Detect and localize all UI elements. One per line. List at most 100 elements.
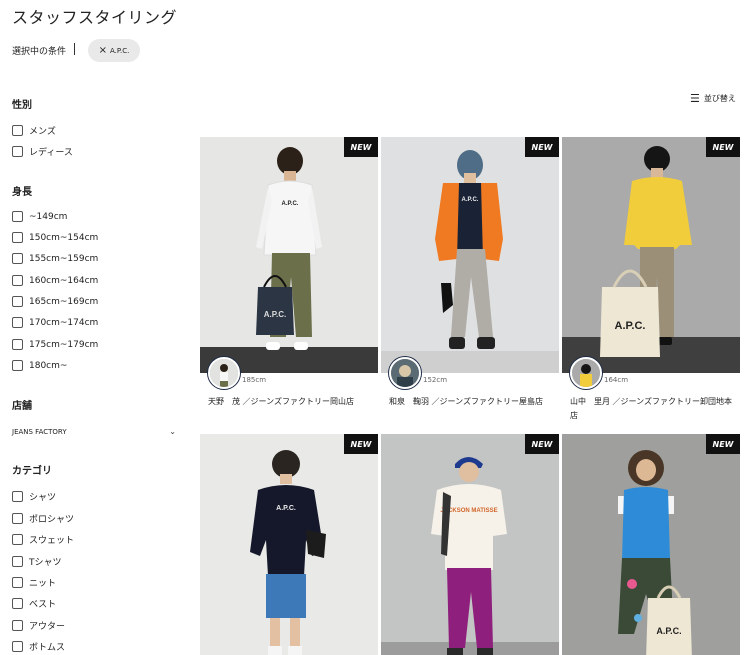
checkbox[interactable] bbox=[12, 253, 23, 264]
styling-photo[interactable]: A.P.C. A.P.C. NEW bbox=[200, 137, 378, 373]
bag-logo: A.P.C. bbox=[656, 626, 681, 636]
checkbox[interactable] bbox=[12, 513, 23, 524]
print-logo: A.P.C. bbox=[462, 197, 479, 203]
chevron-down-icon: ⌄ bbox=[169, 427, 176, 436]
filter-category-option[interactable]: ニット bbox=[12, 576, 56, 589]
staff-avatar bbox=[570, 357, 602, 389]
bag-logo: A.P.C. bbox=[264, 310, 287, 319]
condition-chip-apc[interactable]: × A.P.C. bbox=[88, 39, 140, 62]
checkbox[interactable] bbox=[12, 641, 23, 652]
close-icon[interactable]: × bbox=[99, 45, 107, 56]
staff-avatar bbox=[389, 357, 421, 389]
checkbox-label: 180cm~ bbox=[29, 360, 68, 371]
styling-card[interactable]: A.P.C. A.P.C. NEW 185cm 天野 茂 ／ジーンズファクトリー… bbox=[200, 137, 378, 433]
checkbox[interactable] bbox=[12, 491, 23, 502]
styling-photo[interactable]: A.P.C. NEW bbox=[381, 137, 559, 373]
checkbox-label: ボトムス bbox=[29, 643, 66, 653]
filter-category-option[interactable]: ボトムス bbox=[12, 640, 65, 653]
new-badge: NEW bbox=[525, 137, 559, 157]
filter-category-option[interactable]: ベスト bbox=[12, 597, 56, 610]
filter-category-option[interactable]: Tシャツ bbox=[12, 555, 62, 568]
checkbox[interactable] bbox=[12, 232, 23, 243]
new-badge: NEW bbox=[525, 434, 559, 454]
filter-category-option[interactable]: スウェット bbox=[12, 533, 74, 546]
checkbox-label: ニット bbox=[29, 579, 57, 589]
checkbox-label: 175cm~179cm bbox=[29, 339, 99, 350]
filter-height-option[interactable]: ~149cm bbox=[12, 211, 67, 222]
filter-gender-title: 性別 bbox=[12, 100, 32, 111]
checkbox[interactable] bbox=[12, 360, 23, 371]
filter-height-option[interactable]: 175cm~179cm bbox=[12, 339, 98, 350]
styling-card[interactable]: A.P.C. NEW bbox=[562, 434, 740, 655]
print-logo: A.P.C. bbox=[282, 201, 299, 207]
filter-category-title: カテゴリ bbox=[12, 466, 52, 477]
checkbox-label: スウェット bbox=[29, 536, 75, 546]
filter-height-option[interactable]: 170cm~174cm bbox=[12, 317, 98, 328]
store-select[interactable]: JEANS FACTORY ⌄ bbox=[12, 427, 176, 436]
filter-store-title: 店舗 bbox=[12, 401, 32, 412]
checkbox-label: アウター bbox=[29, 622, 66, 632]
filter-height-option[interactable]: 165cm~169cm bbox=[12, 296, 98, 307]
staff-name-store[interactable]: 山中 里月 ／ジーンズファクトリー卸団地本店 bbox=[570, 395, 736, 423]
new-badge: NEW bbox=[706, 137, 740, 157]
new-badge: NEW bbox=[344, 434, 378, 454]
checkbox[interactable] bbox=[12, 125, 23, 136]
styling-photo[interactable]: JACKSON MATISSE NEW bbox=[381, 434, 559, 655]
styling-card[interactable]: A.P.C. NEW 152cm 和泉 鞠羽 ／ジーンズファクトリー屋島店 bbox=[381, 137, 559, 433]
filter-gender-mens[interactable]: メンズ bbox=[12, 124, 56, 137]
styling-photo[interactable]: A.P.C. NEW bbox=[562, 137, 740, 373]
checkbox-label: ベスト bbox=[29, 600, 57, 610]
page-title: スタッフスタイリング bbox=[12, 8, 178, 27]
filter-height-option[interactable]: 160cm~164cm bbox=[12, 275, 98, 286]
checkbox[interactable] bbox=[12, 598, 23, 609]
checkbox[interactable] bbox=[12, 146, 23, 157]
new-badge: NEW bbox=[344, 137, 378, 157]
filter-category-option[interactable]: シャツ bbox=[12, 490, 56, 503]
styling-card[interactable]: JACKSON MATISSE NEW bbox=[381, 434, 559, 655]
sort-button[interactable]: ☰ 並び替え bbox=[690, 93, 736, 104]
sort-label: 並び替え bbox=[703, 94, 736, 103]
checkbox-label: 165cm~169cm bbox=[29, 296, 99, 307]
styling-card[interactable]: A.P.C. NEW 164cm 山中 里月 ／ジーンズファクトリー卸団地本店 bbox=[562, 137, 740, 433]
checkbox[interactable] bbox=[12, 620, 23, 631]
filter-gender-ladies[interactable]: レディース bbox=[12, 145, 73, 158]
checkbox[interactable] bbox=[12, 317, 23, 328]
filter-height-option[interactable]: 180cm~ bbox=[12, 360, 67, 371]
checkbox-label: レディース bbox=[29, 148, 73, 158]
checkbox[interactable] bbox=[12, 339, 23, 350]
checkbox-label: メンズ bbox=[29, 127, 56, 137]
filter-category-option[interactable]: アウター bbox=[12, 619, 65, 632]
checkbox-label: ~149cm bbox=[29, 211, 68, 222]
sort-icon: ☰ bbox=[690, 92, 700, 105]
staff-height: 185cm bbox=[242, 376, 267, 384]
checkbox[interactable] bbox=[12, 556, 23, 567]
checkbox-label: 155cm~159cm bbox=[29, 253, 99, 264]
checkbox[interactable] bbox=[12, 275, 23, 286]
conditions-divider bbox=[74, 43, 75, 55]
checkbox[interactable] bbox=[12, 296, 23, 307]
checkbox-label: シャツ bbox=[29, 493, 57, 503]
checkbox-label: 150cm~154cm bbox=[29, 232, 99, 243]
staff-name-store[interactable]: 天野 茂 ／ジーンズファクトリー岡山店 bbox=[208, 395, 374, 409]
condition-chip-label: A.P.C. bbox=[110, 46, 130, 55]
checkbox-label: Tシャツ bbox=[29, 558, 62, 568]
staff-height: 152cm bbox=[423, 376, 448, 384]
checkbox-label: 170cm~174cm bbox=[29, 317, 99, 328]
bag-logo: A.P.C. bbox=[615, 320, 646, 332]
filter-height-option[interactable]: 155cm~159cm bbox=[12, 253, 98, 264]
styling-card[interactable]: A.P.C. NEW bbox=[200, 434, 378, 655]
new-badge: NEW bbox=[706, 434, 740, 454]
checkbox[interactable] bbox=[12, 211, 23, 222]
filter-height-option[interactable]: 150cm~154cm bbox=[12, 232, 98, 243]
filter-height-title: 身長 bbox=[12, 187, 32, 198]
store-select-value: JEANS FACTORY bbox=[12, 427, 67, 436]
staff-name-store[interactable]: 和泉 鞠羽 ／ジーンズファクトリー屋島店 bbox=[389, 395, 555, 409]
styling-photo[interactable]: A.P.C. NEW bbox=[562, 434, 740, 655]
styling-photo[interactable]: A.P.C. NEW bbox=[200, 434, 378, 655]
selected-conditions-label: 選択中の条件 bbox=[12, 47, 67, 57]
filter-category-option[interactable]: ポロシャツ bbox=[12, 512, 74, 525]
staff-height: 164cm bbox=[604, 376, 629, 384]
checkbox[interactable] bbox=[12, 534, 23, 545]
checkbox[interactable] bbox=[12, 577, 23, 588]
checkbox-label: ポロシャツ bbox=[29, 515, 75, 525]
